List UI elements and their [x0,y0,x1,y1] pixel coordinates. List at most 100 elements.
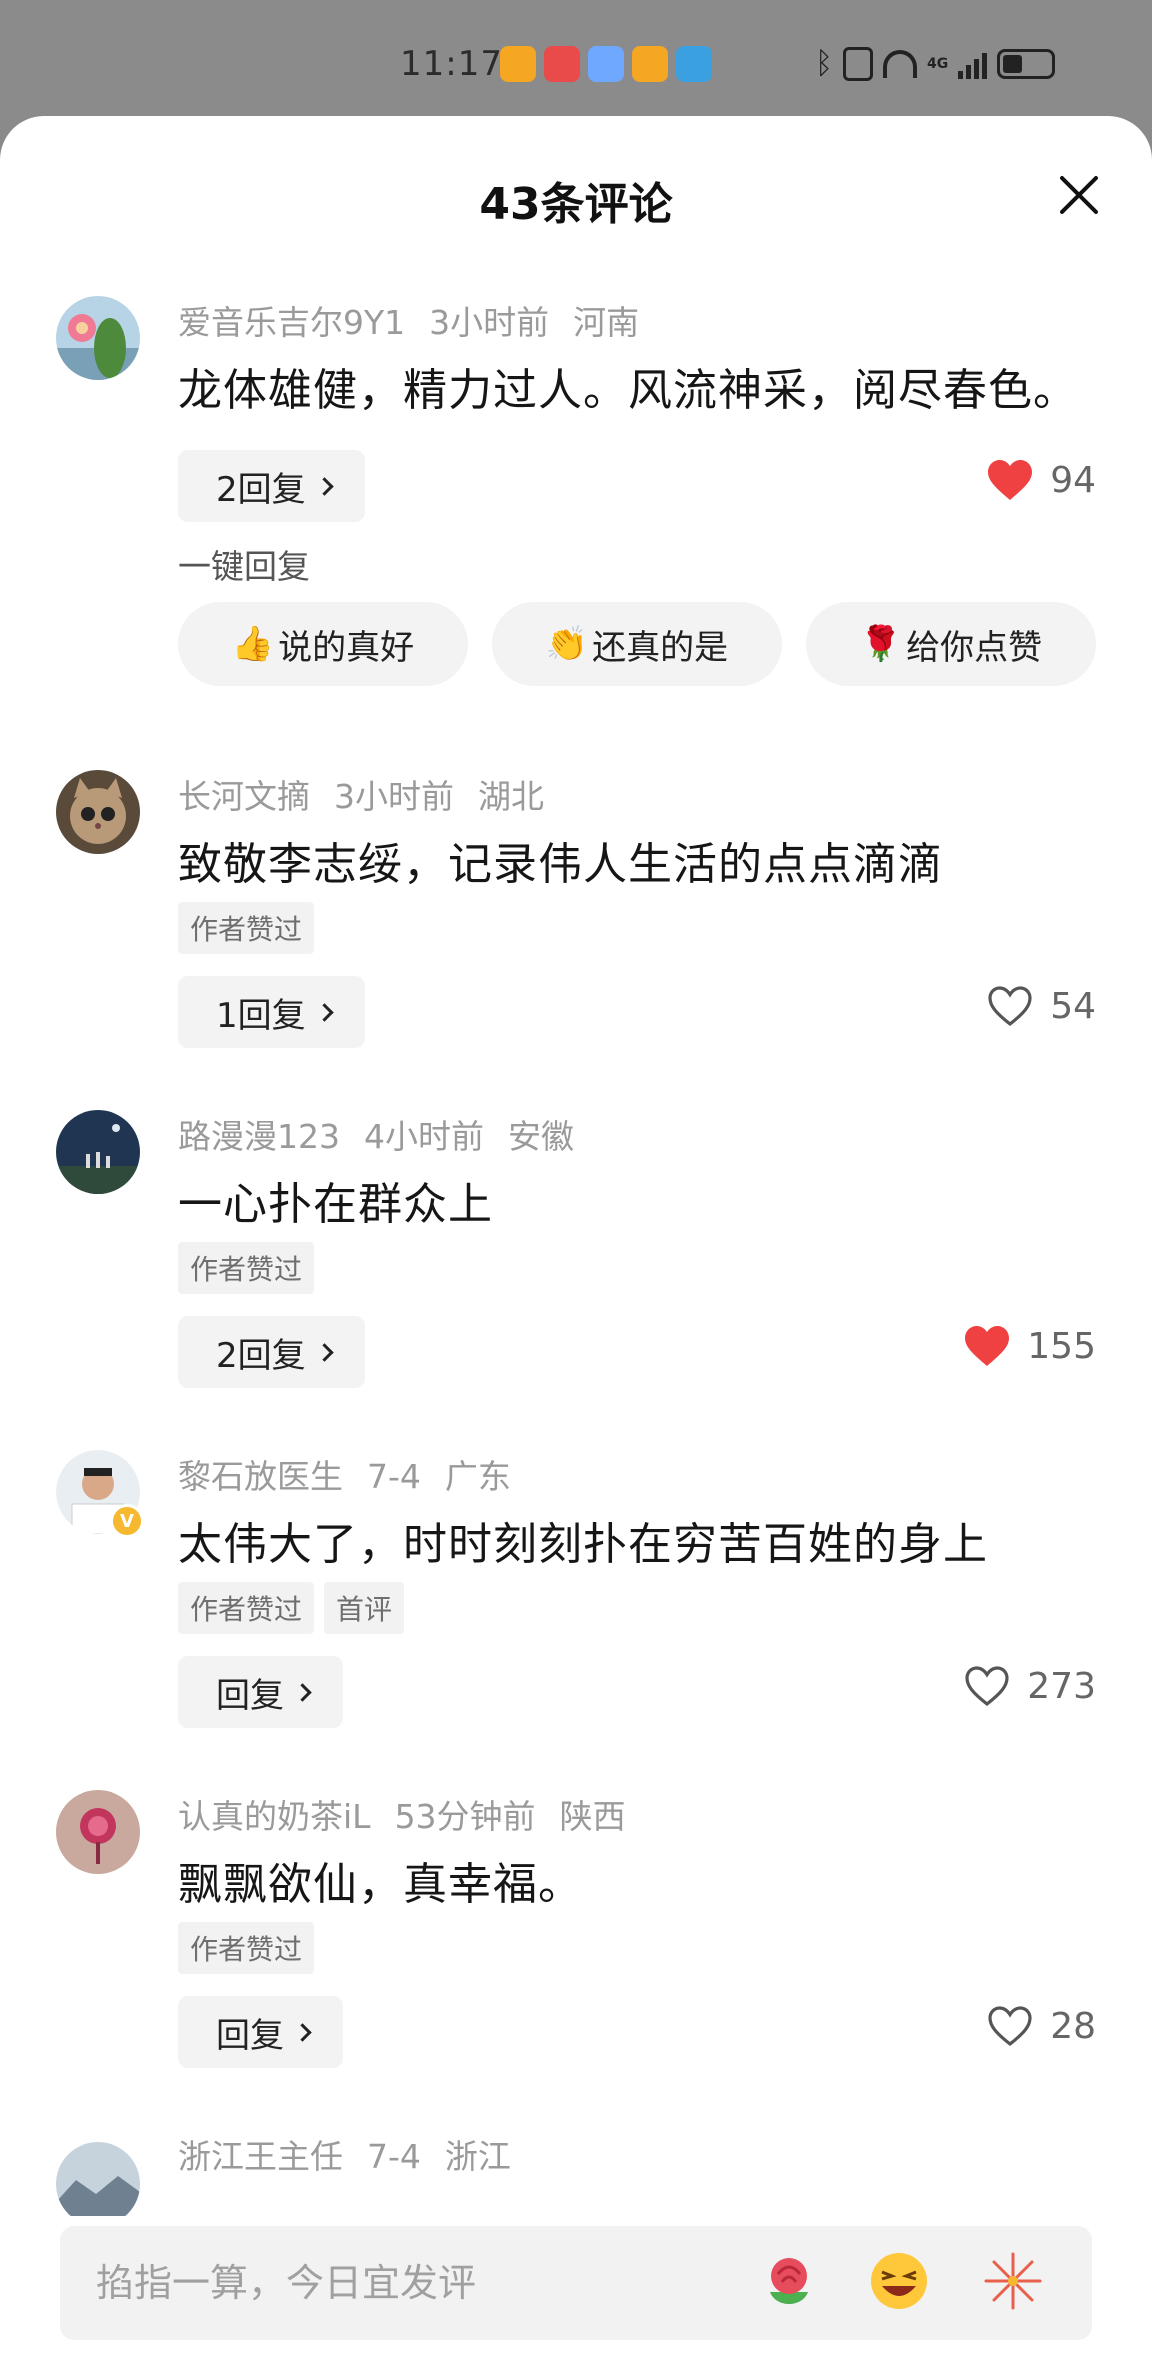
like-button[interactable]: 28 [986,2004,1096,2048]
rose-emoji-icon: 🌹 [859,624,903,664]
reply-label: 2回复 [216,469,306,510]
bluetooth-icon: ᛒ [815,46,833,81]
heart-outline-icon [988,2006,1032,2047]
sheet-title: 43条评论 [479,179,673,230]
comment-location: 湖北 [478,777,544,816]
quick-reply-label: 还真的是 [592,627,729,668]
avatar[interactable]: V [56,1450,144,1538]
author-liked-tag: 作者赞过 [178,1582,315,1634]
comment-tags: 作者赞过 首评 [178,1582,405,1634]
comment-time: 3小时前 [334,777,454,816]
view-replies-button[interactable]: 2回复 [178,1316,365,1388]
first-comment-tag: 首评 [324,1582,405,1634]
comment-meta: 爱音乐吉尔9Y1 3小时前 河南 [178,296,663,344]
comment-text[interactable]: 致敬李志绥，记录伟人生活的点点滴滴 [178,828,943,892]
comment-text[interactable]: 龙体雄健，精力过人。风流神采，阅尽春色。 [178,354,1078,418]
author-liked-tag: 作者赞过 [178,1922,315,1974]
author-liked-tag: 作者赞过 [178,1242,315,1294]
chevron-right-icon [293,1682,312,1702]
laughing-emoji-icon[interactable] [866,2248,932,2314]
avatar[interactable] [56,1790,140,1874]
comment-meta: 长河文摘 3小时前 湖北 [178,770,568,818]
comment-time: 53分钟前 [394,1797,536,1836]
username[interactable]: 黎石放医生 [178,1457,343,1496]
comment-meta: 黎石放医生 7-4 广东 [178,1450,535,1498]
like-count: 28 [1050,2005,1096,2047]
reply-label: 1回复 [216,995,306,1036]
xiaohongshu-icon [544,46,580,82]
avatar[interactable] [56,770,140,854]
chevron-right-icon [293,2022,312,2042]
username[interactable]: 认真的奶茶iL [178,1797,371,1836]
quick-reply-option[interactable]: 🌹 给你点赞 [806,602,1096,686]
app-icon [588,46,624,82]
weibo-icon [632,46,668,82]
chevron-right-icon [314,476,334,496]
reply-button[interactable]: 回复 [178,1996,343,2068]
like-button[interactable]: 273 [963,1664,1096,1708]
heart-filled-icon [988,460,1033,500]
wifi-icon [883,49,917,78]
chevron-right-icon [314,1002,334,1022]
like-count: 54 [1050,985,1096,1027]
quick-reply-title: 一键回复 [178,547,310,586]
comment-time: 4小时前 [364,1117,484,1156]
username[interactable]: 长河文摘 [178,777,310,816]
status-bar: 11:17 ᛒ 4G [0,0,1152,118]
status-time: 11:17 [400,44,503,84]
reply-button[interactable]: 回复 [178,1656,343,1728]
comment-location: 广东 [444,1457,511,1496]
comment-text[interactable]: 飘飘欲仙，真幸福。 [178,1848,583,1912]
heart-filled-icon [965,1326,1010,1366]
like-button[interactable]: 54 [986,984,1096,1028]
comment-meta: 认真的奶茶iL 53分钟前 陕西 [178,1790,650,1838]
quick-reply-options: 👍 说的真好 👏 还真的是 🌹 给你点赞 [178,602,1096,686]
like-count: 273 [1027,1665,1096,1707]
vibrate-icon [843,46,873,81]
username[interactable]: 浙江王主任 [178,2137,343,2176]
author-liked-tag: 作者赞过 [178,902,315,954]
quick-reply-option[interactable]: 👏 还真的是 [492,602,782,686]
avatar[interactable] [56,296,140,380]
weather-icon [676,46,712,82]
status-indicators: ᛒ 4G [815,46,1056,81]
comment-sheet: 43条评论 爱音乐吉尔9Y1 3小时前 河南 龙体雄健，精力过人。风流神采，阅尽春色… [0,116,1152,2376]
comment-meta: 浙江王主任 7-4 浙江 [178,2130,535,2178]
like-count: 155 [1027,1325,1096,1367]
comment-location: 陕西 [559,1797,626,1836]
status-app-icons [500,46,712,82]
like-button[interactable]: 155 [963,1324,1096,1368]
close-icon[interactable] [1056,172,1102,218]
comment-location: 安徽 [508,1117,574,1156]
verified-badge-icon: V [110,1504,144,1538]
like-button[interactable]: 94 [986,458,1096,502]
clapping-emoji-icon: 👏 [545,624,589,664]
avatar[interactable] [56,1110,140,1194]
comment-text[interactable]: 一心扑在群众上 [178,1168,493,1232]
reply-label: 回复 [216,2015,284,2056]
comment-item: 浙江王主任 7-4 浙江 [0,2130,1152,2216]
username[interactable]: 爱音乐吉尔9Y1 [178,303,405,342]
weibo-icon [500,46,536,82]
comment-meta: 路漫漫123 4小时前 安徽 [178,1110,598,1158]
fireworks-emoji-icon[interactable] [980,2248,1046,2314]
comment-tags: 作者赞过 [178,1922,315,1974]
username[interactable]: 路漫漫123 [178,1117,340,1156]
comment-time: 3小时前 [429,303,550,342]
rose-emoji-icon[interactable] [756,2248,822,2314]
battery-icon [997,48,1056,79]
quick-reply-option[interactable]: 👍 说的真好 [178,602,468,686]
quick-reply-label: 说的真好 [278,627,415,668]
comment-tags: 作者赞过 [178,902,315,954]
reply-label: 2回复 [216,1335,306,1376]
chevron-right-icon [314,1342,334,1362]
comment-location: 浙江 [444,2137,511,2176]
avatar[interactable] [56,2142,140,2216]
view-replies-button[interactable]: 2回复 [178,450,365,522]
comment-input-bar [60,2226,1092,2340]
comment-input[interactable] [96,2250,746,2316]
comment-text[interactable]: 太伟大了，时时刻刻扑在穷苦百姓的身上 [178,1508,988,1572]
view-replies-button[interactable]: 1回复 [178,976,365,1048]
comment-time: 7-4 [367,2137,421,2176]
signal-icon [958,49,988,79]
